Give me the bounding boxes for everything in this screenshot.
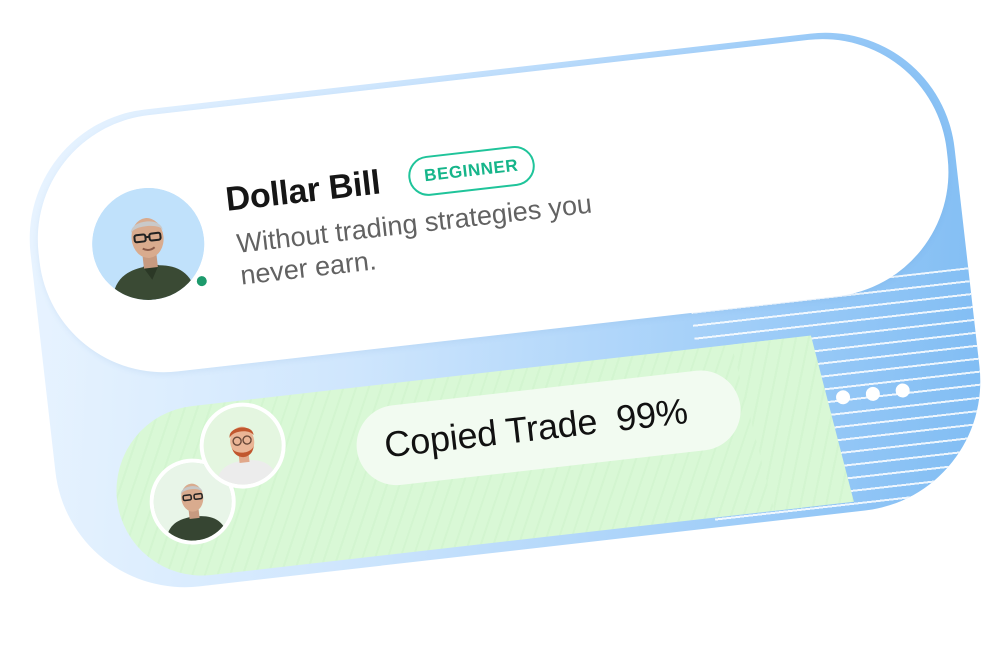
dot: [835, 389, 851, 406]
copied-trade-text: Copied Trade 99%: [382, 390, 690, 466]
copied-trade-label: Copied Trade: [382, 400, 600, 466]
copied-trade-value: 99%: [614, 390, 690, 439]
trader-card: Dollar Bill BEGINNER Without trading str…: [15, 18, 995, 602]
dot: [894, 382, 911, 399]
person-avatar-icon: [203, 406, 282, 488]
stage: Dollar Bill BEGINNER Without trading str…: [0, 0, 1006, 646]
dot: [865, 386, 881, 402]
